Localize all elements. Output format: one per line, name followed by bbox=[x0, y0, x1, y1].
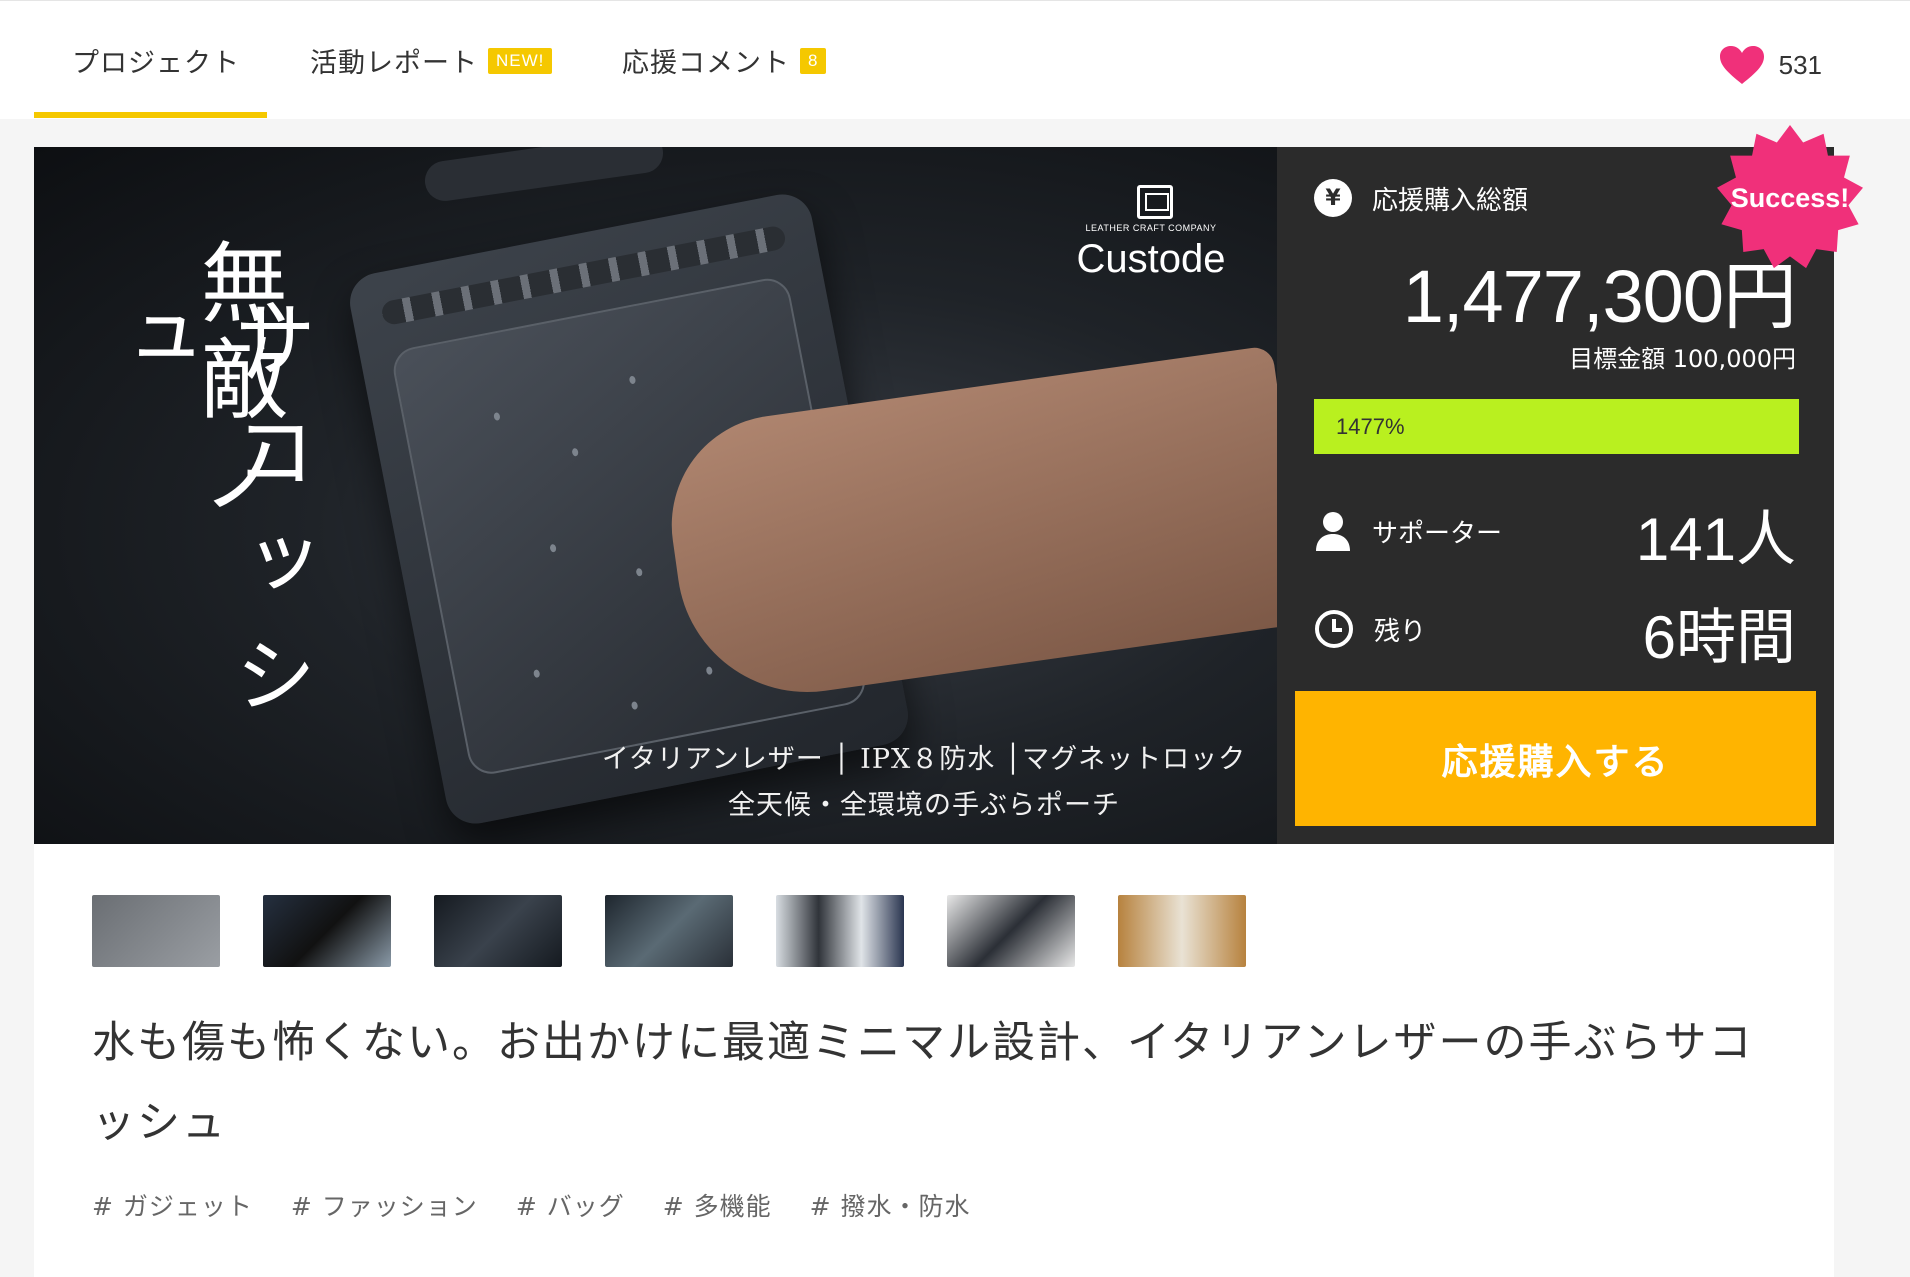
thumbnail-1[interactable] bbox=[92, 895, 220, 967]
thumbnail-6[interactable] bbox=[947, 895, 1075, 967]
supporters-count: 141人 bbox=[1635, 506, 1796, 573]
tag-fashion[interactable]: # ファッション bbox=[291, 1187, 478, 1223]
supporters-label: サポーター bbox=[1372, 518, 1503, 549]
brand-tagline: LEATHER CRAFT COMPANY bbox=[1085, 223, 1217, 233]
tab-comments[interactable]: 応援コメント 8 bbox=[622, 41, 827, 80]
remaining-label: 残り bbox=[1374, 616, 1427, 647]
comment-count-badge: 8 bbox=[800, 47, 827, 74]
progress-bar: 1477% bbox=[1314, 399, 1799, 454]
heart-icon bbox=[1719, 46, 1764, 84]
project-title: 水も傷も怖くない。お出かけに最適ミニマル設計、イタリアンレザーの手ぶらサコッシュ bbox=[92, 1018, 1754, 1148]
total-amount: 1,477,300円 bbox=[1402, 255, 1797, 338]
goal-amount: 目標金額 100,000円 bbox=[1569, 345, 1796, 373]
tag-multifunction[interactable]: # 多機能 bbox=[663, 1187, 772, 1223]
thumbnail-7[interactable] bbox=[1118, 895, 1246, 967]
support-purchase-button[interactable]: 応援購入する bbox=[1295, 691, 1816, 826]
hero-image[interactable]: 無敵ノ サコッシュ LEATHER CRAFT COMPANY Custode … bbox=[34, 147, 1277, 844]
supporters-row: サポーター bbox=[1314, 511, 1502, 551]
hero-vertical-title-2: サコッシュ bbox=[101, 297, 315, 745]
success-badge-label: Success! bbox=[1730, 182, 1850, 213]
clock-icon bbox=[1315, 610, 1353, 648]
remaining-row: 残り bbox=[1314, 609, 1426, 649]
like-count: 531 bbox=[1778, 49, 1822, 80]
tag-list: # ガジェット # ファッション # バッグ # 多機能 # 撥水・防水 bbox=[92, 1187, 1009, 1223]
thumbnail-3[interactable] bbox=[434, 895, 562, 967]
tab-project-label: プロジェクト bbox=[72, 48, 240, 79]
tab-activity-report-label: 活動レポート bbox=[310, 48, 478, 79]
progress-percent: 1477% bbox=[1336, 414, 1405, 439]
yen-icon: ¥ bbox=[1314, 179, 1352, 217]
brand-name: Custode bbox=[1076, 237, 1226, 281]
like-button[interactable]: 531 bbox=[1719, 45, 1822, 85]
tag-waterproof[interactable]: # 撥水・防水 bbox=[810, 1187, 971, 1223]
active-tab-indicator bbox=[34, 112, 267, 118]
features-line-2: 全天候・全環境の手ぶらポーチ bbox=[728, 790, 1120, 821]
thumbnail-5[interactable] bbox=[776, 895, 904, 967]
total-label-row: ¥ 応援購入総額 bbox=[1314, 179, 1528, 217]
user-icon bbox=[1316, 512, 1350, 551]
tab-comments-label: 応援コメント bbox=[622, 48, 790, 79]
tab-activity-report[interactable]: 活動レポート NEW! bbox=[310, 41, 553, 80]
tag-bag[interactable]: # バッグ bbox=[516, 1187, 625, 1223]
funding-panel: ¥ 応援購入総額 1,477,300円 目標金額 100,000円 1477% … bbox=[1277, 125, 1863, 844]
thumbnail-4[interactable] bbox=[605, 895, 733, 967]
features-line-1: イタリアンレザー │ IPX８防水 │マグネットロック bbox=[601, 744, 1247, 775]
hero-features: イタリアンレザー │ IPX８防水 │マグネットロック 全天候・全環境の手ぶらポ… bbox=[564, 737, 1277, 829]
thumbnail-2[interactable] bbox=[263, 895, 391, 967]
strap-graphic bbox=[422, 147, 666, 204]
new-badge: NEW! bbox=[488, 47, 553, 74]
top-nav: プロジェクト 活動レポート NEW! 応援コメント 8 531 bbox=[0, 0, 1910, 119]
thumbnail-strip bbox=[92, 895, 1289, 967]
brand-logo-icon bbox=[1137, 185, 1173, 219]
total-label: 応援購入総額 bbox=[1372, 185, 1529, 216]
tag-gadget[interactable]: # ガジェット bbox=[92, 1187, 253, 1223]
project-content: 無敵ノ サコッシュ LEATHER CRAFT COMPANY Custode … bbox=[34, 125, 1863, 1277]
tab-project[interactable]: プロジェクト bbox=[72, 41, 240, 80]
remaining-time: 6時間 bbox=[1642, 604, 1796, 671]
